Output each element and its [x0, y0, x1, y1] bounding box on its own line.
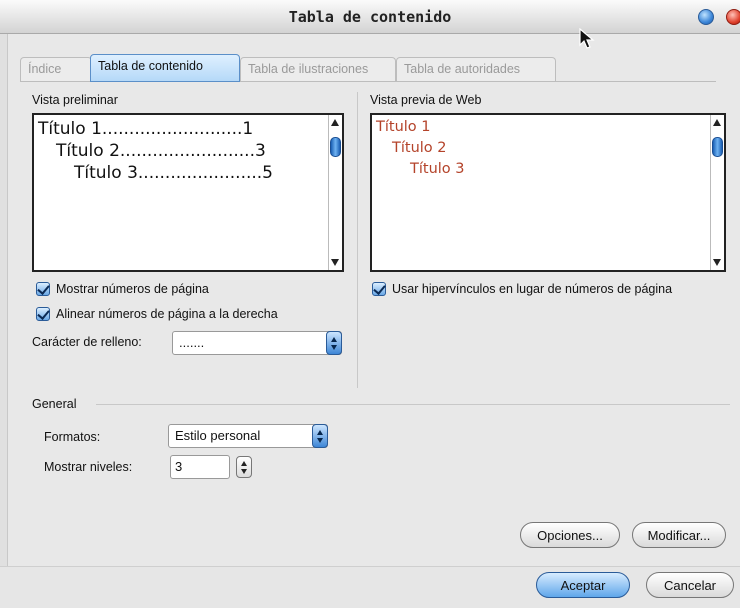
- ok-button-label: Aceptar: [560, 578, 606, 593]
- tab-label: Tabla de contenido: [98, 59, 203, 73]
- modify-button[interactable]: Modificar...: [632, 522, 726, 548]
- formats-label: Formatos:: [44, 430, 101, 444]
- close-window-button[interactable]: [726, 9, 740, 25]
- print-preview-box: Título 1..........................1 Títu…: [32, 113, 344, 272]
- web-preview-scrollbar[interactable]: [710, 115, 724, 270]
- ok-button[interactable]: Aceptar: [536, 572, 630, 598]
- show-page-numbers-checkbox[interactable]: [36, 282, 50, 296]
- web-preview-label: Vista previa de Web: [370, 93, 482, 107]
- tab-leader-select[interactable]: .......: [172, 331, 342, 355]
- web-preview-box: Título 1 Título 2 Título 3: [370, 113, 726, 272]
- print-preview-scrollbar[interactable]: [328, 115, 342, 270]
- options-button-label: Opciones...: [537, 528, 603, 543]
- toc-line-1: Título 1..........................1: [38, 119, 254, 139]
- levels-input[interactable]: 3: [170, 455, 230, 479]
- window-title: Tabla de contenido: [288, 8, 452, 26]
- general-divider: [96, 404, 730, 405]
- toc-line-3: Título 3.......................5: [74, 163, 273, 183]
- tab-tabla-de-ilustraciones[interactable]: Tabla de ilustraciones: [240, 57, 396, 81]
- levels-stepper[interactable]: [236, 456, 252, 478]
- cancel-button[interactable]: Cancelar: [646, 572, 734, 598]
- levels-label: Mostrar niveles:: [44, 460, 133, 474]
- scroll-up-arrow-icon[interactable]: [713, 119, 721, 126]
- window-left-edge: [0, 34, 8, 608]
- tab-indice[interactable]: Índice: [20, 57, 92, 81]
- tab-label: Tabla de autoridades: [404, 62, 521, 76]
- align-right-label: Alinear números de página a la derecha: [56, 307, 278, 321]
- general-heading: General: [32, 397, 77, 411]
- zoom-window-button[interactable]: [698, 9, 714, 25]
- modify-button-label: Modificar...: [647, 528, 711, 543]
- toc-line-2: Título 2.........................3: [56, 141, 266, 161]
- web-link-2[interactable]: Título 2: [392, 140, 447, 156]
- cancel-button-label: Cancelar: [663, 578, 717, 593]
- scroll-up-arrow-icon[interactable]: [331, 119, 339, 126]
- align-right-checkbox[interactable]: [36, 307, 50, 321]
- web-link-3[interactable]: Título 3: [410, 161, 465, 177]
- tab-tabla-de-autoridades[interactable]: Tabla de autoridades: [396, 57, 556, 81]
- formats-select[interactable]: Estilo personal: [168, 424, 328, 448]
- options-button[interactable]: Opciones...: [520, 522, 620, 548]
- levels-value: 3: [175, 459, 183, 474]
- use-hyperlinks-label: Usar hipervínculos en lugar de números d…: [392, 282, 673, 296]
- use-hyperlinks-checkbox[interactable]: [372, 282, 386, 296]
- title-bar: Tabla de contenido: [0, 0, 740, 34]
- show-page-numbers-label: Mostrar números de página: [56, 282, 209, 296]
- select-arrows-icon[interactable]: [312, 424, 328, 448]
- mouse-pointer-icon: [579, 28, 595, 49]
- tab-label: Tabla de ilustraciones: [248, 62, 369, 76]
- formats-value: Estilo personal: [175, 428, 261, 443]
- web-link-1[interactable]: Título 1: [376, 119, 431, 135]
- select-arrows-icon[interactable]: [326, 331, 342, 355]
- tab-tabla-de-contenido[interactable]: Tabla de contenido: [90, 54, 240, 82]
- column-divider: [357, 92, 358, 388]
- scroll-thumb[interactable]: [330, 137, 341, 157]
- tab-leader-label: Carácter de relleno:: [32, 335, 142, 349]
- scroll-down-arrow-icon[interactable]: [713, 259, 721, 266]
- scroll-thumb[interactable]: [712, 137, 723, 157]
- scroll-down-arrow-icon[interactable]: [331, 259, 339, 266]
- tab-leader-value: .......: [179, 335, 205, 350]
- print-preview-label: Vista preliminar: [32, 93, 118, 107]
- tab-label: Índice: [28, 62, 62, 76]
